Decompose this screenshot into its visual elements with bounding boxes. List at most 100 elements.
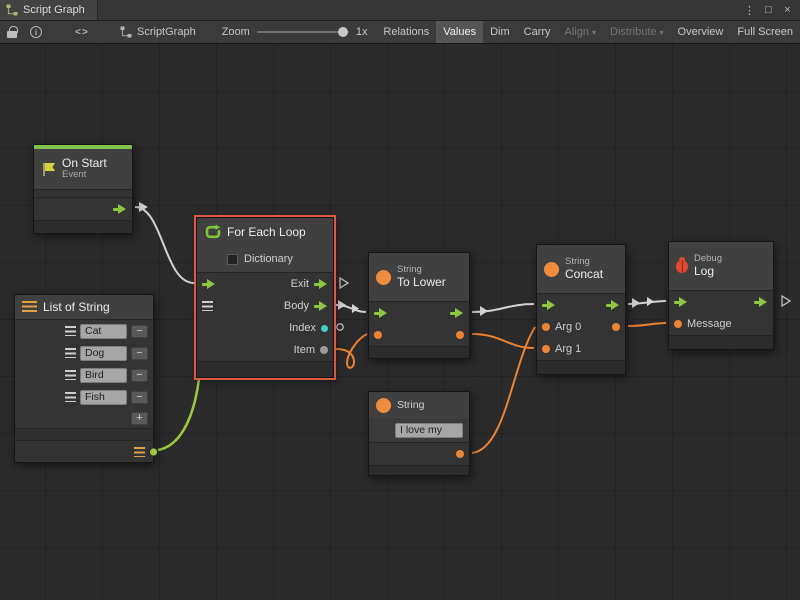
node-title: To Lower [397, 276, 446, 290]
toolbar-button-distribute[interactable]: Distribute ▾ [603, 21, 670, 43]
node-footer [537, 360, 625, 374]
lock-icon [7, 31, 17, 38]
node-header: Debug Log [669, 242, 773, 290]
graph-canvas[interactable]: On Start Event List of String [0, 44, 800, 600]
toolbar-button-values[interactable]: Values [436, 21, 483, 43]
flow-in-port[interactable] [674, 297, 688, 308]
collection-in-port[interactable] [202, 301, 213, 311]
info-icon: i [30, 26, 42, 38]
node-debug-log[interactable]: Debug Log Message [668, 241, 774, 350]
unconnected-flow-triangle [782, 296, 790, 306]
wire-concat-to-log [628, 301, 666, 304]
zoom-slider-handle[interactable] [338, 27, 348, 37]
string-icon [376, 270, 391, 285]
node-footer [369, 346, 469, 358]
toolbar-button-overview[interactable]: Overview [671, 21, 731, 43]
exit-flow-out-port[interactable] [314, 279, 328, 290]
list-output-port[interactable] [149, 447, 158, 456]
list-item-input[interactable] [80, 324, 127, 339]
node-header: List of String [15, 295, 153, 319]
node-header: String Concat [537, 245, 625, 293]
flow-in-port[interactable] [374, 308, 388, 319]
remove-item-button[interactable]: − [131, 325, 148, 338]
toolbar-button-fullscreen[interactable]: Full Screen [730, 21, 800, 43]
toolbar-button-dim[interactable]: Dim [483, 21, 517, 43]
node-category: Debug [694, 254, 722, 265]
body-flow-out-port[interactable] [314, 301, 328, 312]
string-icon [376, 398, 391, 413]
flow-arrowhead [632, 298, 640, 308]
chevron-down-icon: ▾ [592, 28, 596, 37]
node-list-of-string[interactable]: List of String − − − [14, 294, 154, 463]
node-title: Concat [565, 268, 603, 282]
node-to-lower[interactable]: String To Lower [368, 252, 470, 359]
list-item-input[interactable] [80, 346, 127, 361]
flow-out-port[interactable] [606, 300, 620, 311]
list-output-icon [134, 447, 145, 457]
titlebar: Script Graph ⋮ □ × [0, 0, 800, 21]
zoom-slider[interactable] [257, 31, 349, 33]
unconnected-flow-triangle [340, 278, 348, 288]
dictionary-checkbox[interactable] [227, 254, 238, 265]
node-on-start[interactable]: On Start Event [33, 144, 133, 234]
result-out-port[interactable] [612, 323, 620, 331]
node-title: List of String [43, 300, 110, 314]
list-item-icon [65, 348, 76, 358]
toolbar-button-align[interactable]: Align ▾ [558, 21, 603, 43]
list-item-icon [65, 326, 76, 336]
flow-out-port[interactable] [450, 308, 464, 319]
list-item-input[interactable] [80, 390, 127, 405]
flow-out-port[interactable] [113, 204, 127, 215]
zoom-value: 1x [356, 26, 368, 38]
toolbar-button-carry[interactable]: Carry [517, 21, 558, 43]
node-body-spacer [15, 428, 153, 440]
list-item-input[interactable] [80, 368, 127, 383]
string-out-port[interactable] [456, 450, 464, 458]
wire-concat-to-message [628, 323, 666, 326]
tab-script-graph[interactable]: Script Graph [0, 0, 98, 20]
close-icon[interactable]: × [779, 2, 796, 19]
message-in-port[interactable] [674, 320, 682, 328]
edit-code-button[interactable]: <> [70, 21, 94, 43]
script-graph-tab-icon [6, 4, 18, 16]
button-label: Full Screen [737, 26, 793, 38]
node-concat[interactable]: String Concat Arg 0 Arg 1 [536, 244, 626, 375]
chevron-down-icon: ▾ [660, 28, 664, 37]
string-out-port[interactable] [456, 331, 464, 339]
port-label-item: Item [294, 344, 315, 356]
node-string-literal[interactable]: String [368, 391, 470, 476]
wire-item-to-tolower [336, 334, 367, 368]
remove-item-button[interactable]: − [131, 369, 148, 382]
unity-script-graph-window: Script Graph ⋮ □ × i <> ScriptGraph Zoom… [0, 0, 800, 600]
item-out-port[interactable] [320, 346, 328, 354]
list-item-icon [65, 392, 76, 402]
lock-button[interactable] [0, 21, 24, 43]
kebab-menu-icon[interactable]: ⋮ [741, 2, 758, 19]
flow-out-port[interactable] [754, 297, 768, 308]
remove-item-button[interactable]: − [131, 347, 148, 360]
index-out-port[interactable] [321, 325, 328, 332]
arg1-in-port[interactable] [542, 345, 550, 353]
list-icon [22, 301, 37, 313]
flow-in-port[interactable] [542, 300, 556, 311]
string-icon [544, 262, 559, 277]
info-button[interactable]: i [24, 21, 48, 43]
zoom-label: Zoom [222, 26, 250, 38]
code-icon: <> [75, 27, 89, 38]
graph-breadcrumb[interactable]: ScriptGraph [120, 26, 196, 38]
flow-in-port[interactable] [202, 279, 216, 290]
string-value-input[interactable] [395, 423, 463, 438]
maximize-icon[interactable]: □ [760, 2, 777, 19]
toolbar-buttons: Relations Values Dim Carry Align ▾ Distr… [376, 21, 800, 43]
toolbar-button-relations[interactable]: Relations [376, 21, 436, 43]
arg0-in-port[interactable] [542, 323, 550, 331]
script-graph-icon [120, 26, 132, 38]
unconnected-port-circle [337, 324, 343, 330]
node-title: For Each Loop [227, 225, 306, 239]
string-in-port[interactable] [374, 331, 382, 339]
bug-icon [676, 260, 688, 273]
node-for-each-loop[interactable]: For Each Loop Dictionary Exit Body [196, 217, 334, 378]
remove-item-button[interactable]: − [131, 391, 148, 404]
add-item-button[interactable]: + [131, 412, 148, 425]
list-add-row: + [15, 408, 153, 428]
